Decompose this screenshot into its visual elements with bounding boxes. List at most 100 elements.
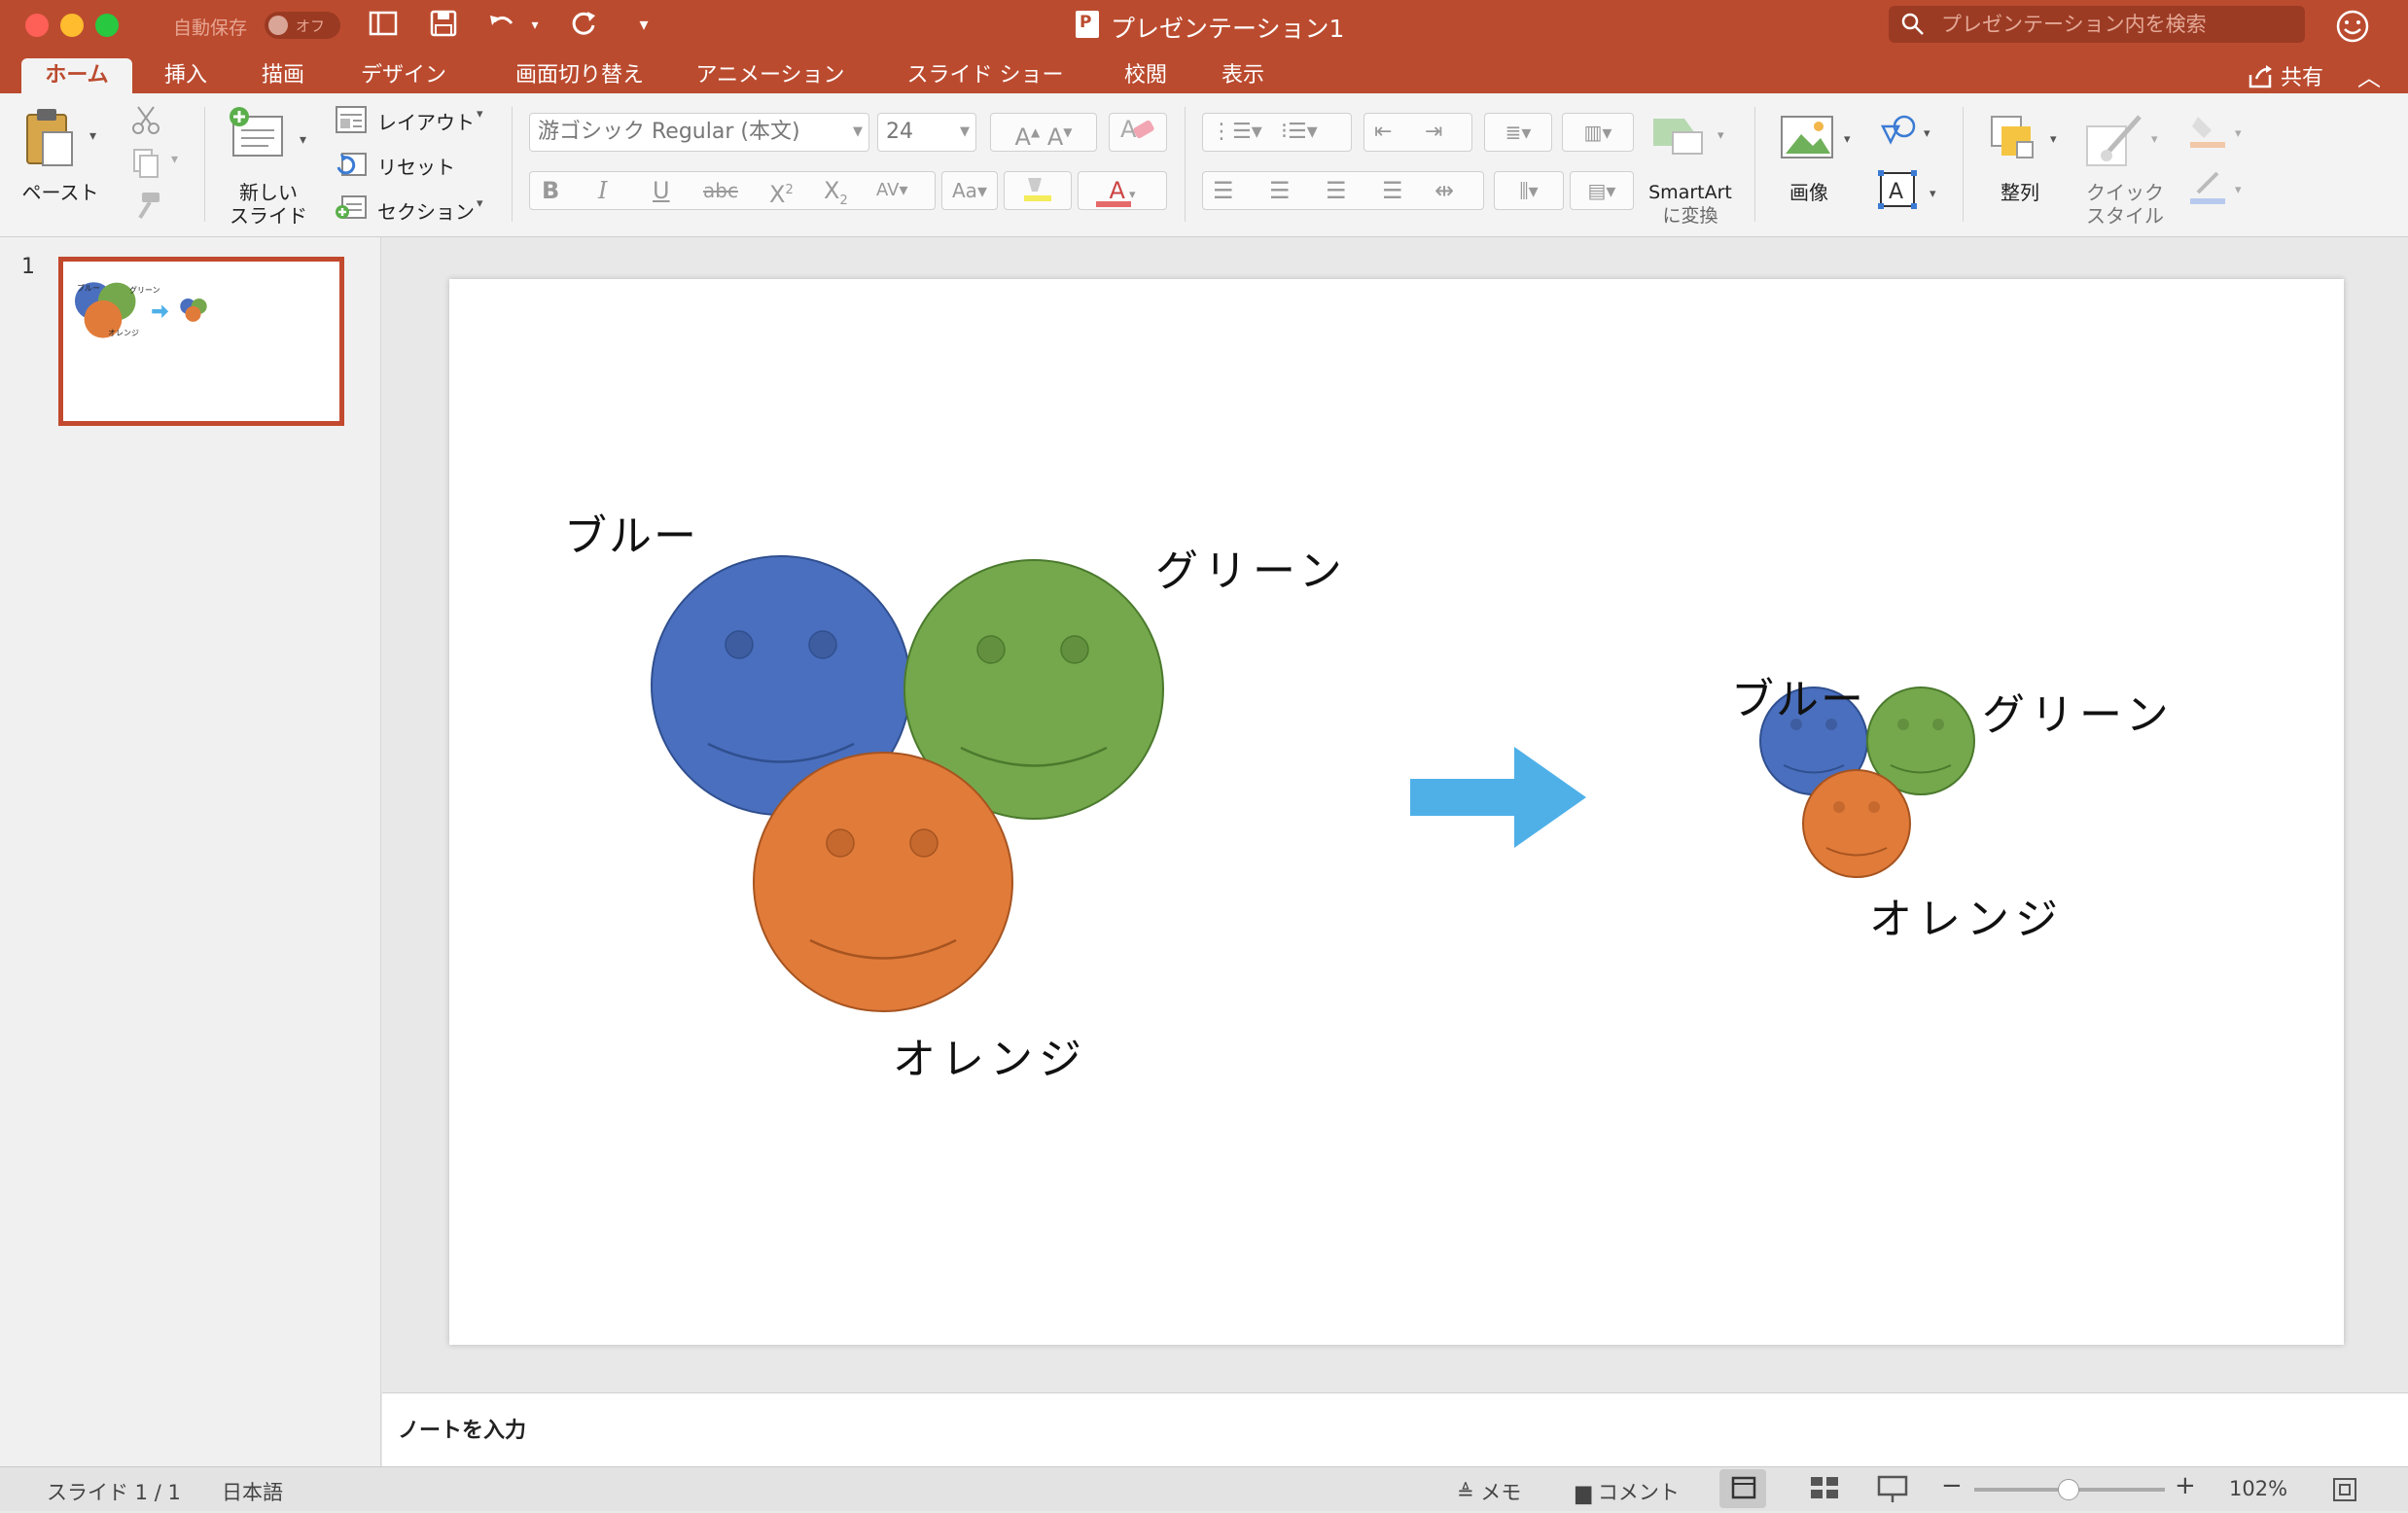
bullets-icon[interactable]: ⋮☰▾ bbox=[1211, 114, 1262, 151]
quick-style-icon[interactable] bbox=[2083, 113, 2147, 169]
paste-dropdown-icon[interactable]: ▾ bbox=[89, 128, 96, 144]
decrease-indent-icon[interactable]: ⇤ bbox=[1374, 114, 1392, 151]
format-painter-icon[interactable] bbox=[128, 191, 163, 222]
copy-dropdown-icon[interactable]: ▾ bbox=[171, 152, 178, 167]
increase-indent-icon[interactable]: ⇥ bbox=[1425, 114, 1442, 151]
align-right-icon[interactable]: ☰ bbox=[1326, 172, 1347, 209]
justify-icon[interactable]: ☰ bbox=[1382, 172, 1403, 209]
fit-to-window-icon[interactable] bbox=[2330, 1475, 2359, 1504]
tab-insert[interactable]: 挿入 bbox=[152, 58, 220, 93]
tab-slide-show[interactable]: スライド ショー bbox=[895, 58, 1076, 93]
align-center-icon[interactable]: ☰ bbox=[1269, 172, 1291, 209]
language-status[interactable]: 日本語 bbox=[222, 1477, 283, 1506]
shape-fill-dropdown-icon[interactable]: ▾ bbox=[2235, 126, 2242, 141]
save-icon[interactable] bbox=[426, 8, 461, 43]
align-text-icon[interactable]: ▤▾ bbox=[1570, 171, 1634, 210]
label-blue-small[interactable]: ブルー bbox=[1731, 664, 1865, 726]
autosave-toggle[interactable]: オフ bbox=[265, 12, 340, 39]
notes-pane[interactable]: ノートを入力 bbox=[382, 1392, 2408, 1466]
customize-toolbar-icon[interactable]: ▾ bbox=[626, 8, 661, 43]
maximize-window-button[interactable] bbox=[95, 14, 119, 37]
increase-font-size-icon[interactable]: A▲ bbox=[1015, 123, 1041, 151]
highlight-color-icon[interactable] bbox=[1004, 171, 1072, 210]
smartart-dropdown-icon[interactable]: ▾ bbox=[1717, 128, 1724, 143]
underline-icon[interactable]: U bbox=[653, 172, 670, 209]
reset-label[interactable]: リセット bbox=[377, 152, 455, 180]
section-label[interactable]: セクション bbox=[377, 196, 475, 225]
arrange-icon[interactable] bbox=[1988, 113, 2042, 163]
subscript-icon[interactable]: X2 bbox=[824, 172, 848, 220]
picture-icon[interactable] bbox=[1780, 115, 1836, 159]
bold-icon[interactable]: B bbox=[542, 172, 559, 209]
slide-sorter-button[interactable] bbox=[1801, 1469, 1848, 1508]
smartart-icon[interactable] bbox=[1649, 115, 1708, 158]
layout-dropdown-icon[interactable]: ▾ bbox=[477, 107, 483, 122]
tab-transitions[interactable]: 画面切り替え bbox=[494, 58, 665, 93]
share-button[interactable]: 共有 bbox=[2247, 60, 2323, 91]
right-arrow-shape[interactable] bbox=[1410, 747, 1586, 848]
font-color-icon[interactable]: A ▾ bbox=[1078, 171, 1167, 210]
section-icon[interactable] bbox=[335, 193, 368, 222]
undo-dropdown-icon[interactable]: ▾ bbox=[525, 8, 545, 43]
text-box-dropdown-icon[interactable]: ▾ bbox=[1930, 187, 1936, 201]
notes-button[interactable]: ≜ メモ bbox=[1457, 1477, 1521, 1506]
change-case-icon[interactable]: Aa▾ bbox=[941, 171, 998, 210]
paste-icon[interactable] bbox=[21, 107, 80, 169]
zoom-in-icon[interactable]: + bbox=[2175, 1471, 2196, 1500]
character-spacing-icon[interactable]: AV▾ bbox=[876, 172, 908, 209]
numbering-icon[interactable]: ⁝☰▾ bbox=[1281, 114, 1318, 151]
tab-review[interactable]: 校閲 bbox=[1115, 58, 1177, 93]
zoom-out-icon[interactable]: − bbox=[1941, 1471, 1963, 1500]
superscript-icon[interactable]: X2 bbox=[769, 172, 794, 213]
presenter-view-button[interactable] bbox=[1869, 1469, 1916, 1508]
orange-smiley-large[interactable] bbox=[753, 752, 1013, 1012]
sidebar-toggle-icon[interactable] bbox=[366, 8, 401, 43]
shape-fill-icon[interactable] bbox=[2188, 113, 2227, 150]
collapse-ribbon-icon[interactable]: ︿ bbox=[2357, 58, 2381, 92]
cut-icon[interactable] bbox=[128, 103, 163, 138]
new-slide-dropdown-icon[interactable]: ▾ bbox=[300, 132, 306, 148]
tab-view[interactable]: 表示 bbox=[1214, 58, 1272, 93]
picture-dropdown-icon[interactable]: ▾ bbox=[1844, 132, 1851, 147]
new-slide-icon[interactable] bbox=[226, 107, 288, 165]
reset-icon[interactable] bbox=[335, 150, 368, 179]
search-box[interactable] bbox=[1889, 6, 2305, 43]
comments-button[interactable]: ▆ コメント bbox=[1576, 1477, 1680, 1506]
decrease-font-size-icon[interactable]: A▼ bbox=[1047, 123, 1073, 151]
feedback-smiley-icon[interactable] bbox=[2334, 8, 2371, 45]
section-dropdown-icon[interactable]: ▾ bbox=[477, 196, 483, 211]
strikethrough-icon[interactable]: abc bbox=[703, 172, 738, 209]
font-name-combo[interactable]: 游ゴシック Regular (本文) ▼ bbox=[529, 113, 869, 152]
notes-placeholder[interactable]: ノートを入力 bbox=[398, 1413, 526, 1444]
layout-icon[interactable] bbox=[335, 105, 368, 134]
label-green-small[interactable]: グリーン bbox=[1982, 680, 2175, 742]
quick-style-dropdown-icon[interactable]: ▾ bbox=[2151, 132, 2158, 147]
shape-outline-icon[interactable] bbox=[2188, 169, 2227, 206]
clear-formatting-icon[interactable]: A bbox=[1109, 113, 1167, 152]
tab-design[interactable]: デザイン bbox=[350, 58, 457, 93]
normal-view-button[interactable] bbox=[1719, 1469, 1766, 1508]
label-orange-large[interactable]: オレンジ bbox=[893, 1024, 1087, 1086]
tab-draw[interactable]: 描画 bbox=[249, 58, 317, 93]
arrange-dropdown-icon[interactable]: ▾ bbox=[2050, 132, 2057, 147]
shapes-dropdown-icon[interactable]: ▾ bbox=[1924, 126, 1930, 141]
text-box-icon[interactable]: A bbox=[1877, 169, 1920, 212]
close-window-button[interactable] bbox=[25, 14, 49, 37]
align-left-icon[interactable]: ☰ bbox=[1213, 172, 1234, 209]
minimize-window-button[interactable] bbox=[60, 14, 84, 37]
zoom-slider-thumb[interactable] bbox=[2058, 1479, 2079, 1500]
italic-icon[interactable]: I bbox=[598, 172, 607, 209]
label-green-large[interactable]: グリーン bbox=[1155, 536, 1348, 598]
redo-icon[interactable] bbox=[566, 8, 601, 43]
text-direction-icon[interactable]: ⫼▾ bbox=[1494, 171, 1564, 210]
orange-smiley-small[interactable] bbox=[1802, 769, 1911, 878]
zoom-level[interactable]: 102% bbox=[2229, 1477, 2287, 1500]
search-input[interactable] bbox=[1939, 10, 2289, 39]
slide-canvas[interactable]: ブルー グリーン オレンジ ブルー グリーン オレンジ bbox=[449, 279, 2344, 1345]
undo-icon[interactable] bbox=[484, 8, 523, 43]
label-orange-small[interactable]: オレンジ bbox=[1869, 884, 2064, 946]
distributed-icon[interactable]: ⇹ bbox=[1434, 172, 1454, 209]
columns-icon[interactable]: ▥▾ bbox=[1562, 113, 1634, 152]
font-size-combo[interactable]: 24 ▼ bbox=[877, 113, 976, 152]
slide-thumbnail-1[interactable]: ブルー グリーン オレンジ bbox=[58, 257, 344, 426]
